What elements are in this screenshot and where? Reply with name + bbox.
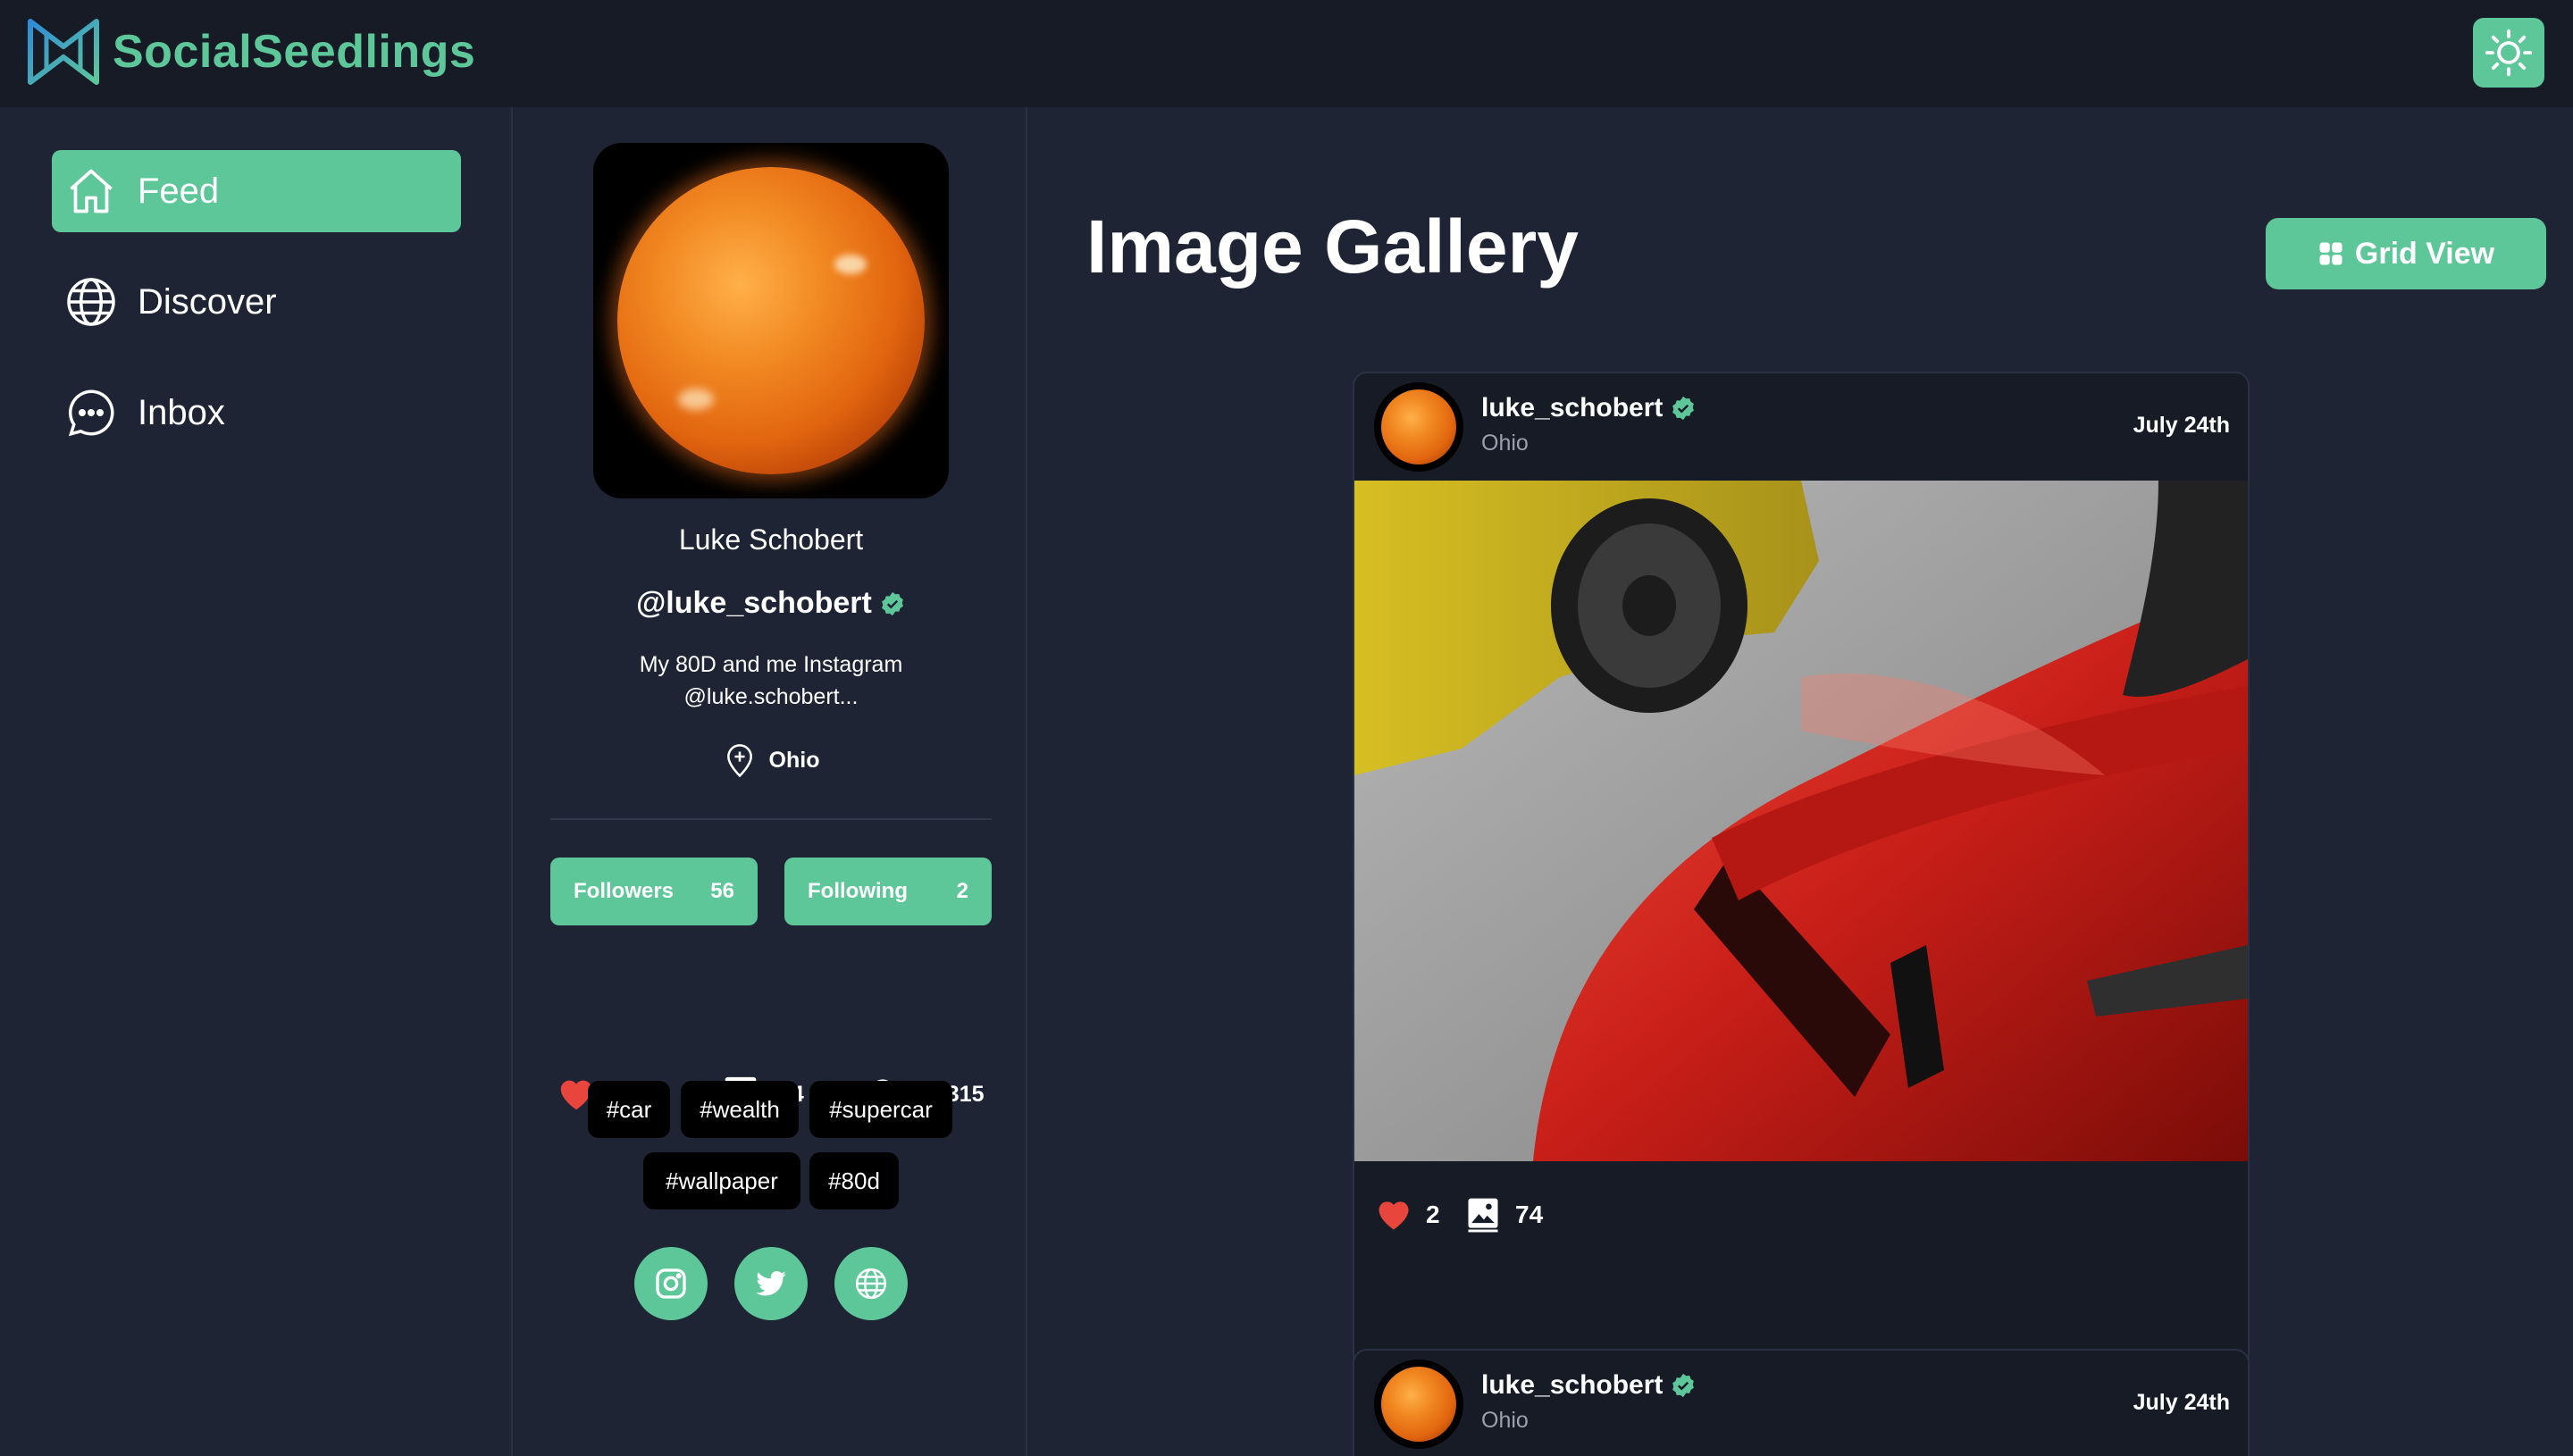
- image-icon: [1468, 1198, 1498, 1233]
- nav-item-label: Discover: [138, 281, 277, 322]
- tag-label: #wallpaper: [666, 1167, 778, 1194]
- tag-80d[interactable]: #80d: [809, 1152, 899, 1209]
- instagram-button[interactable]: [634, 1247, 708, 1320]
- profile-handle: @luke_schobert: [515, 586, 1027, 621]
- post-likes-count: 2: [1426, 1201, 1440, 1228]
- app-name: SocialSeedlings: [113, 26, 476, 78]
- followers-count: 56: [710, 879, 734, 903]
- home-icon: [70, 169, 113, 213]
- chat-icon: [68, 389, 114, 437]
- verified-icon: [1672, 1373, 1695, 1398]
- gallery-main: Image Gallery Grid View luke_schobert Oh…: [1029, 107, 2573, 1456]
- following-count: 2: [956, 879, 968, 903]
- profile-panel: Luke Schobert @luke_schobert My 80D and …: [515, 107, 1027, 1456]
- profile-location: Ohio: [515, 741, 1027, 779]
- following-button[interactable]: Following 2: [784, 858, 992, 925]
- post-header: luke_schobert Ohio July 24th: [1354, 373, 2248, 481]
- tag-car[interactable]: #car: [588, 1081, 670, 1138]
- profile-bio: My 80D and me Instagram @luke.schobert..…: [639, 652, 903, 709]
- theme-toggle-button[interactable]: [2473, 18, 2544, 88]
- post-likes[interactable]: 2: [1374, 1195, 1440, 1234]
- nav-item-label: Inbox: [138, 392, 225, 432]
- tag-label: #wealth: [700, 1095, 780, 1123]
- post-username[interactable]: luke_schobert: [1481, 1370, 1697, 1401]
- logo-icon: [28, 19, 99, 85]
- post-username-text: luke_schobert: [1481, 1370, 1664, 1400]
- grid-view-label: Grid View: [2354, 236, 2495, 271]
- post-footer: 2 74: [1354, 1161, 2248, 1268]
- post-location: Ohio: [1481, 1408, 1529, 1433]
- nav-item-feed[interactable]: Feed: [52, 150, 461, 232]
- gallery-post: luke_schobert Ohio July 24th: [1353, 372, 2250, 1376]
- sun-icon: [2485, 29, 2533, 77]
- followers-label: Followers: [574, 879, 675, 903]
- tag-wallpaper[interactable]: #wallpaper: [643, 1152, 800, 1209]
- profile-avatar[interactable]: [593, 143, 949, 498]
- top-bar: SocialSeedlings: [0, 0, 2573, 107]
- post-avatar[interactable]: [1374, 382, 1463, 472]
- tag-label: #80d: [828, 1167, 880, 1194]
- globe-icon: [67, 278, 115, 326]
- post-photos-count: 74: [1515, 1201, 1544, 1228]
- nav-item-label: Feed: [138, 171, 220, 211]
- app-logo[interactable]: SocialSeedlings: [27, 18, 475, 86]
- post-photos: 74: [1463, 1195, 1543, 1234]
- post-image[interactable]: [1354, 481, 2248, 1161]
- twitter-icon: [756, 1270, 786, 1296]
- divider: [550, 818, 992, 820]
- heart-icon: [1379, 1201, 1409, 1230]
- car-photo: [1354, 481, 2248, 1161]
- verified-icon: [881, 591, 903, 615]
- profile-location-text: Ohio: [768, 747, 820, 773]
- nav-item-inbox[interactable]: Inbox: [52, 372, 461, 454]
- post-username[interactable]: luke_schobert: [1481, 393, 1697, 423]
- profile-name: Luke Schobert: [678, 523, 864, 556]
- twitter-button[interactable]: [734, 1247, 808, 1320]
- website-button[interactable]: [834, 1247, 908, 1320]
- gallery-post: luke_schobert Ohio July 24th: [1353, 1349, 2250, 1456]
- grid-view-button[interactable]: Grid View: [2266, 218, 2546, 289]
- following-label: Following: [808, 879, 908, 903]
- profile-handle-text: @luke_schobert: [636, 586, 872, 620]
- globe-icon: [855, 1268, 887, 1300]
- page-title: Image Gallery: [1086, 205, 1579, 289]
- sidebar-nav: Feed Discover Inbox: [0, 107, 513, 1456]
- nav-item-discover[interactable]: Discover: [52, 261, 461, 343]
- tag-label: #car: [606, 1095, 652, 1123]
- post-avatar[interactable]: [1374, 1360, 1463, 1449]
- verified-icon: [1672, 396, 1695, 421]
- post-date: July 24th: [2133, 413, 2230, 438]
- post-date: July 24th: [2133, 1390, 2230, 1415]
- post-location: Ohio: [1481, 431, 1529, 456]
- followers-button[interactable]: Followers 56: [550, 858, 758, 925]
- post-username-text: luke_schobert: [1481, 393, 1664, 423]
- tag-label: #supercar: [829, 1095, 933, 1123]
- tag-wealth[interactable]: #wealth: [681, 1081, 799, 1138]
- instagram-icon: [656, 1268, 686, 1299]
- location-pin-icon: [726, 744, 752, 778]
- post-header: luke_schobert Ohio July 24th: [1354, 1351, 2248, 1456]
- grid-icon: [2319, 242, 2343, 265]
- tag-supercar[interactable]: #supercar: [809, 1081, 952, 1138]
